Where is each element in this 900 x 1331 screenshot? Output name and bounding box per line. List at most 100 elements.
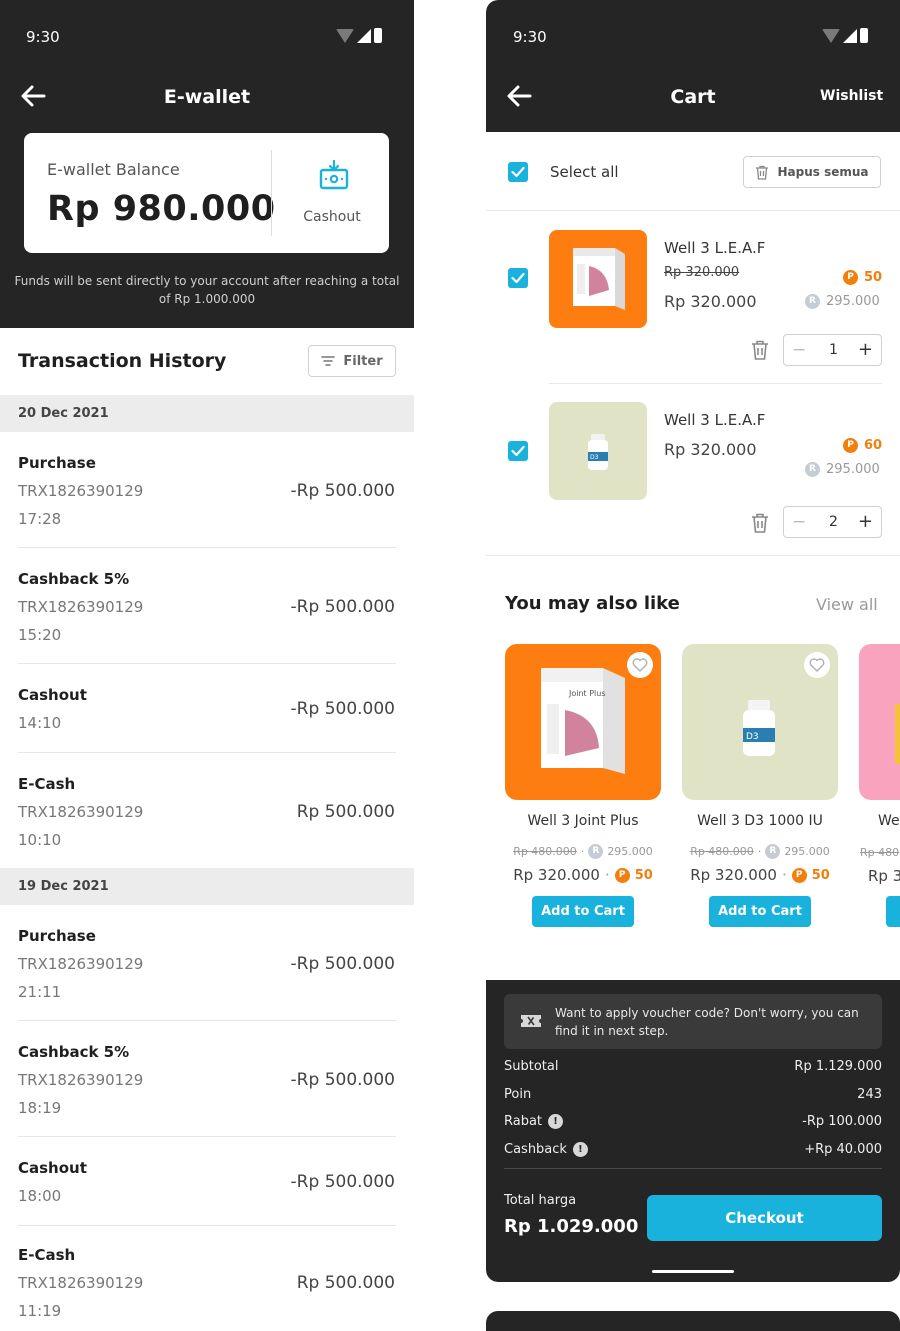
select-all-label: Select all — [550, 163, 619, 181]
product-image[interactable] — [549, 230, 647, 328]
product-card-image[interactable]: D3 — [682, 644, 838, 800]
delete-all-button[interactable]: Hapus semua — [743, 156, 881, 188]
transaction-name: Cashout — [18, 1159, 87, 1177]
ewallet-screen: 9:30 E-wallet E-wallet Balance Rp 980.00… — [0, 0, 414, 1320]
back-arrow-icon[interactable] — [20, 84, 46, 108]
transaction-id: TRX1826390129 — [18, 598, 144, 616]
product-old-price-row: Rp 480.000 · R 295.000 — [503, 844, 663, 859]
product-card-image[interactable]: Joint Plus — [505, 644, 661, 800]
transaction-row[interactable]: E-Cash TRX1826390129 11:19 Rp 500.000 — [0, 1226, 414, 1320]
points-value: 60 — [864, 438, 883, 453]
transaction-row[interactable]: Purchase TRX1826390129 17:28 -Rp 500.000 — [0, 432, 414, 548]
voucher-text: Want to apply voucher code? Don't worry,… — [555, 1006, 859, 1038]
quantity-stepper[interactable]: − 2 + — [783, 506, 882, 538]
transaction-row[interactable]: Cashback 5% TRX1826390129 15:20 -Rp 500.… — [0, 548, 414, 664]
quantity-stepper[interactable]: − 1 + — [783, 334, 882, 366]
reseller-price-value: 295.000 — [826, 462, 880, 477]
product-image[interactable]: D3 — [549, 402, 647, 500]
wishlist-button[interactable] — [627, 652, 653, 678]
product-price: Rp 320.000 — [690, 866, 777, 884]
transaction-row[interactable]: E-Cash TRX1826390129 10:10 Rp 500.000 — [0, 753, 414, 869]
summary-label: Rabat — [504, 1114, 543, 1129]
transaction-time: 10:10 — [18, 831, 62, 849]
checkout-summary: Want to apply voucher code? Don't worry,… — [486, 980, 900, 1282]
check-icon — [511, 272, 525, 284]
box-label: Joint Plus — [568, 689, 606, 698]
transaction-amount: -Rp 500.000 — [290, 954, 395, 974]
status-time: 9:30 — [513, 28, 547, 46]
transaction-amount: -Rp 500.000 — [290, 481, 395, 501]
points-icon: P — [791, 867, 807, 883]
separator-dot: · — [781, 866, 787, 884]
product-name: We — [878, 813, 900, 829]
transaction-name: E-Cash — [18, 1246, 76, 1264]
item-checkbox[interactable] — [508, 268, 528, 288]
reseller-icon: R — [588, 844, 604, 859]
add-to-cart-button[interactable]: Add to Cart — [709, 896, 811, 927]
summary-label: Subtotal — [504, 1059, 559, 1074]
separator-dot: · — [757, 845, 762, 858]
heart-icon — [632, 658, 648, 672]
summary-row: Poin 243 — [504, 1087, 882, 1102]
cashout-button[interactable]: Cashout — [282, 157, 382, 235]
add-to-cart-button[interactable]: Add to Cart — [532, 896, 634, 927]
separator-dot: · — [604, 866, 610, 884]
transaction-amount: -Rp 500.000 — [290, 1070, 395, 1090]
filter-button[interactable]: Filter — [308, 345, 396, 377]
summary-value: Rp 1.129.000 — [794, 1059, 882, 1074]
back-arrow-icon[interactable] — [506, 84, 532, 108]
points-icon: P — [843, 270, 858, 285]
reseller-icon: R — [805, 462, 820, 477]
transaction-row[interactable]: Cashout 18:00 -Rp 500.000 — [0, 1137, 414, 1226]
reseller-price: R 295.000 — [805, 462, 880, 477]
product-box-image — [573, 248, 625, 310]
transaction-name: Purchase — [18, 927, 96, 945]
transaction-amount: Rp 500.000 — [296, 802, 395, 822]
summary-label: Poin — [504, 1087, 532, 1102]
wifi-icon — [336, 28, 354, 43]
select-all-checkbox[interactable] — [508, 162, 528, 182]
item-checkbox[interactable] — [508, 441, 528, 461]
reseller-price: R 295.000 — [805, 294, 880, 309]
info-icon[interactable]: ! — [572, 1142, 588, 1157]
filter-label: Filter — [343, 353, 383, 369]
increment-button[interactable]: + — [858, 511, 873, 532]
transaction-name: Cashout — [18, 686, 87, 704]
balance-value: Rp 980.000 — [47, 189, 276, 229]
date-header: 20 Dec 2021 — [0, 395, 414, 432]
reseller-price-value: 295.000 — [607, 845, 653, 858]
transaction-id: TRX1826390129 — [18, 955, 144, 973]
check-icon — [511, 166, 525, 178]
transaction-time: 14:10 — [18, 714, 62, 732]
increment-button[interactable]: + — [858, 339, 873, 360]
product-price: Rp 3 — [868, 867, 900, 885]
page-title: E-wallet — [163, 86, 251, 108]
transaction-amount: -Rp 500.000 — [290, 597, 395, 617]
status-time: 9:30 — [26, 28, 60, 46]
wifi-icon — [822, 28, 840, 43]
trash-icon[interactable] — [750, 339, 770, 361]
summary-value: +Rp 40.000 — [804, 1142, 882, 1157]
reseller-price-value: 295.000 — [826, 294, 880, 309]
summary-row: Subtotal Rp 1.129.000 — [504, 1059, 882, 1074]
filter-icon — [321, 356, 336, 366]
date-header: 19 Dec 2021 — [0, 868, 414, 905]
home-indicator — [652, 1270, 734, 1273]
checkout-button[interactable]: Checkout — [647, 1195, 882, 1241]
transaction-row[interactable]: Cashout 14:10 -Rp 500.000 — [0, 664, 414, 753]
cart-screen: 9:30 Cart Wishlist Select all Hapus semu… — [486, 0, 900, 1282]
view-all-link[interactable]: View all — [816, 595, 878, 614]
wishlist-button[interactable] — [804, 652, 830, 678]
info-icon[interactable]: ! — [548, 1114, 564, 1129]
add-to-cart-button[interactable] — [886, 896, 900, 927]
voucher-banner[interactable]: Want to apply voucher code? Don't worry,… — [504, 994, 882, 1049]
transaction-row[interactable]: Cashback 5% TRX1826390129 18:19 -Rp 500.… — [0, 1021, 414, 1137]
wishlist-link[interactable]: Wishlist — [820, 88, 883, 104]
points-badge: P 50 — [843, 270, 882, 285]
product-card-image[interactable] — [859, 644, 900, 800]
summary-row: Cashback! +Rp 40.000 — [504, 1142, 882, 1157]
transaction-row[interactable]: Purchase TRX1826390129 21:11 -Rp 500.000 — [0, 905, 414, 1021]
product-old-price-row: Rp 480.000 · R 295.000 — [680, 844, 840, 859]
trash-icon[interactable] — [750, 512, 770, 534]
transaction-id: TRX1826390129 — [18, 1071, 144, 1089]
